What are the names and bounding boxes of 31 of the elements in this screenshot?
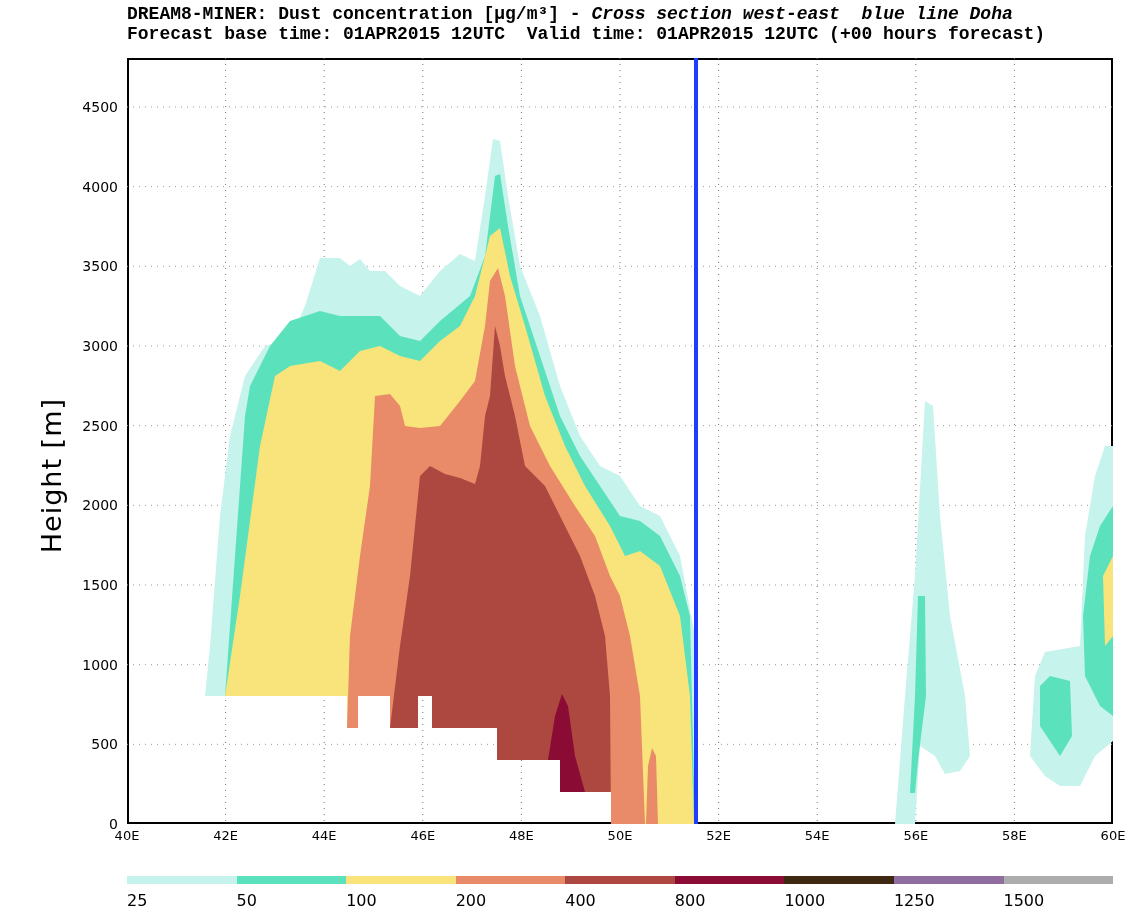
chart-title: DREAM8-MINER: Dust concentration [µg/m³] - Cross section west-east blue line Doha bbox=[127, 4, 1013, 24]
axis-tick-label: 3500 bbox=[82, 258, 118, 275]
axis-tick-label: 50E bbox=[607, 828, 633, 843]
axis-tick-label: 2500 bbox=[82, 417, 118, 434]
axis-tick-label: 1000 bbox=[82, 656, 118, 673]
legend-label: 800 bbox=[674, 892, 706, 910]
axis-title: Height [m] bbox=[36, 398, 67, 554]
axis-tick-label: 60E bbox=[1100, 828, 1126, 843]
chart-subtitle: Forecast base time: 01APR2015 12UTC Valid time: 01APR2015 12UTC (+00 hours forecast) bbox=[127, 24, 1046, 44]
legend-label: 1000 bbox=[784, 892, 826, 910]
legend-label: 50 bbox=[236, 892, 257, 910]
axis-tick-label: 56E bbox=[903, 828, 929, 843]
axis-tick-label: 52E bbox=[706, 828, 731, 843]
axis-tick-label: 3000 bbox=[82, 338, 118, 354]
legend-label: 200 bbox=[455, 892, 487, 910]
legend-label: 25 bbox=[127, 892, 148, 910]
axis-tick-label: 4500 bbox=[82, 99, 118, 115]
legend-label: 400 bbox=[565, 892, 596, 910]
legend-label: 100 bbox=[346, 892, 377, 910]
axis-tick-label: 48E bbox=[509, 828, 534, 843]
axis-tick-label: 44E bbox=[311, 828, 337, 843]
axis-tick-label: 4000 bbox=[82, 178, 118, 195]
axis-tick-label: 500 bbox=[91, 736, 118, 753]
legend-label: 1500 bbox=[1003, 892, 1045, 910]
axis-tick-label: 58E bbox=[1002, 828, 1027, 843]
axis-tick-label: 1500 bbox=[82, 577, 118, 593]
axis-tick-label: 54E bbox=[804, 828, 830, 843]
legend-label: 1250 bbox=[893, 892, 935, 910]
axis-tick-label: 2000 bbox=[82, 497, 118, 514]
axis-tick-label: 42E bbox=[213, 828, 238, 843]
axis-tick-label: 46E bbox=[410, 828, 436, 843]
